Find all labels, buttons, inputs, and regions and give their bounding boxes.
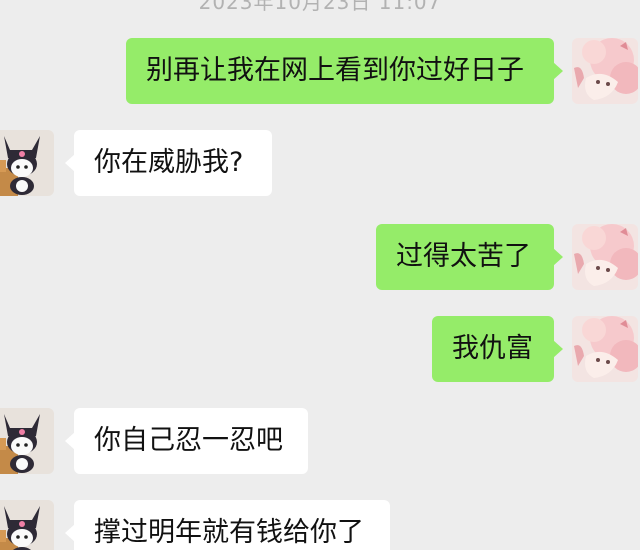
message-bubble-sent[interactable]: 过得太苦了 [376, 224, 563, 290]
self-avatar[interactable] [572, 224, 638, 290]
kuromi-avatar-icon [0, 408, 54, 474]
pink-anime-girl-avatar-icon [572, 224, 638, 290]
pink-anime-girl-avatar-icon [572, 38, 638, 104]
message-text: 别再让我在网上看到你过好日子 [146, 55, 524, 86]
contact-avatar[interactable] [0, 130, 54, 196]
pink-anime-girl-avatar-icon [572, 316, 638, 382]
contact-avatar[interactable] [0, 500, 54, 550]
message-text: 你在威胁我? [94, 147, 244, 178]
message-bubble-sent[interactable]: 我仇富 [432, 316, 563, 382]
message-text: 撑过明年就有钱给你了 [94, 517, 364, 548]
chat-screen: 2023年10月23日 11:07 别再让我在网上看到你过好日子 你在威胁我? … [0, 0, 640, 550]
message-bubble-received[interactable]: 你自己忍一忍吧 [65, 408, 308, 474]
message-text: 你自己忍一忍吧 [94, 425, 283, 456]
kuromi-avatar-icon [0, 130, 54, 196]
message-text: 我仇富 [452, 333, 533, 364]
contact-avatar[interactable] [0, 408, 54, 474]
chat-timestamp: 2023年10月23日 11:07 [198, 0, 442, 14]
self-avatar[interactable] [572, 38, 638, 104]
kuromi-avatar-icon [0, 500, 54, 550]
message-bubble-received[interactable]: 你在威胁我? [65, 130, 272, 196]
message-bubble-received[interactable]: 撑过明年就有钱给你了 [65, 500, 390, 550]
message-text: 过得太苦了 [396, 241, 531, 272]
self-avatar[interactable] [572, 316, 638, 382]
message-bubble-sent[interactable]: 别再让我在网上看到你过好日子 [126, 38, 563, 104]
